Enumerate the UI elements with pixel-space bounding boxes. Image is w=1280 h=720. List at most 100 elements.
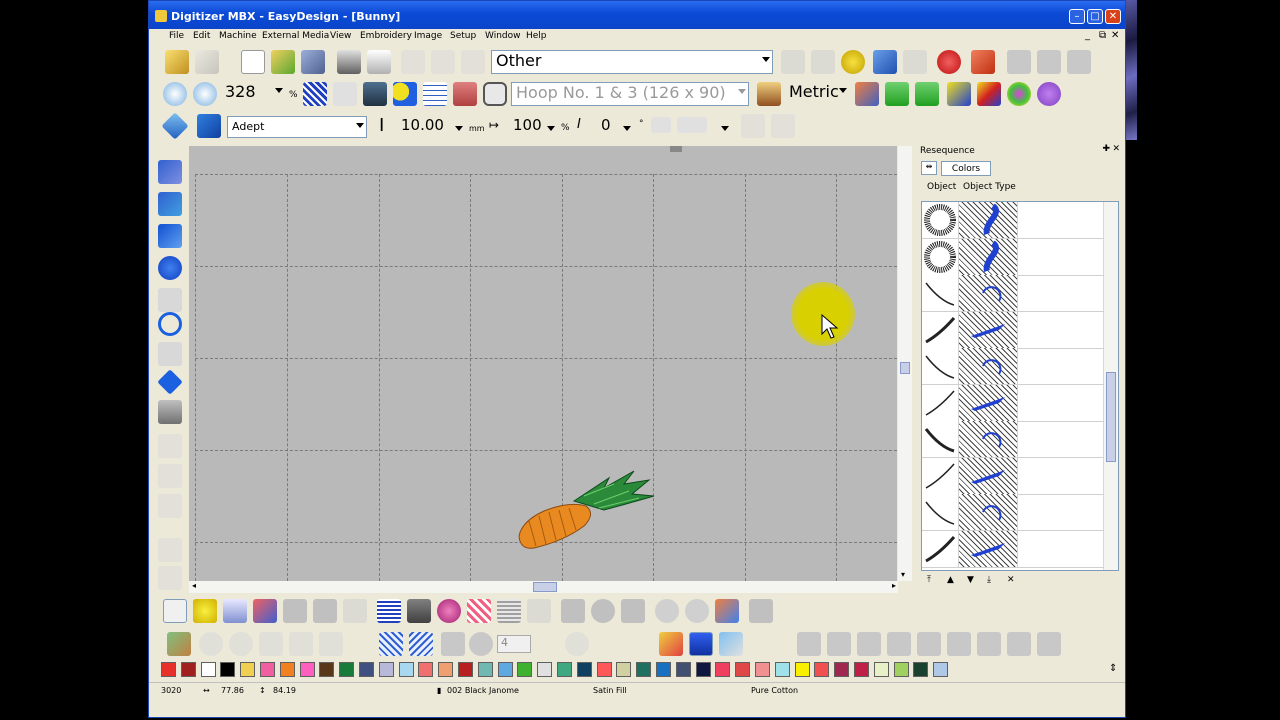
net-fill-icon[interactable] — [379, 632, 403, 656]
copy-icon[interactable] — [431, 50, 455, 74]
print-icon[interactable] — [337, 50, 361, 74]
canvas-horizontal-scrollbar[interactable]: ◂ ▸ — [189, 581, 898, 593]
group-icon[interactable] — [167, 632, 191, 656]
palette-icon[interactable] — [1037, 82, 1061, 106]
gear-icon[interactable] — [158, 566, 182, 590]
carrot-embroidery[interactable] — [514, 466, 664, 556]
menu-file[interactable]: File — [169, 31, 184, 41]
align-middle-icon[interactable] — [827, 632, 851, 656]
mdi-minimize-button[interactable]: _ — [1085, 30, 1090, 41]
glasses-icon[interactable] — [333, 82, 357, 106]
mdi-close-button[interactable]: ✕ — [1111, 30, 1119, 41]
scroll-thumb[interactable] — [533, 582, 557, 592]
resequence-row[interactable] — [922, 530, 1104, 568]
color-swatch[interactable] — [774, 662, 790, 677]
color-swatch[interactable] — [695, 662, 711, 677]
thread-spool-icon[interactable] — [689, 632, 713, 656]
running-stitch-icon[interactable] — [158, 160, 182, 184]
color-order-icon[interactable] — [659, 632, 683, 656]
mirror-horizontal-icon[interactable] — [283, 599, 307, 623]
units-select[interactable]: Metric — [785, 82, 849, 106]
add-text-icon[interactable] — [741, 114, 765, 138]
color-swatch[interactable] — [913, 662, 929, 677]
grid-icon[interactable] — [423, 82, 447, 106]
move-up-icon[interactable]: ▲ — [947, 575, 954, 585]
color-swatch[interactable] — [319, 662, 335, 677]
cross-hatch-icon[interactable] — [409, 632, 433, 656]
eraser-icon[interactable] — [971, 50, 995, 74]
text-height-value[interactable]: 10.00 — [401, 116, 444, 134]
image-icon[interactable] — [363, 82, 387, 106]
color-swatch[interactable] — [161, 662, 176, 677]
close-button[interactable]: ✕ — [1105, 9, 1121, 24]
color-swatch[interactable] — [517, 662, 533, 677]
space-horizontal-icon[interactable] — [917, 632, 941, 656]
menu-embroidery[interactable]: Embroidery — [360, 31, 412, 41]
color-wheel-icon[interactable] — [1007, 82, 1031, 106]
color-swatch[interactable] — [933, 662, 949, 677]
arrow-right-icon[interactable] — [915, 82, 939, 106]
hoop-split-icon[interactable] — [591, 599, 615, 623]
color-swatch[interactable] — [398, 662, 414, 677]
color-swatch[interactable] — [854, 662, 869, 677]
resequence-row[interactable] — [922, 384, 1104, 422]
color-swatch[interactable] — [834, 662, 850, 677]
chevron-down-icon[interactable] — [623, 126, 631, 131]
open-folder-icon[interactable] — [271, 50, 295, 74]
color-swatch[interactable] — [378, 662, 394, 677]
ungroup-icon[interactable] — [199, 632, 223, 656]
chevron-down-icon[interactable] — [547, 126, 555, 131]
color-swatch[interactable] — [359, 662, 374, 677]
canvas-vertical-scrollbar[interactable]: ▾ — [898, 146, 912, 581]
color-swatch[interactable] — [240, 662, 256, 677]
split-icon[interactable] — [561, 599, 585, 623]
zoom-level-select[interactable]: 328 — [221, 82, 285, 106]
color-swatch[interactable] — [715, 662, 731, 677]
menu-window[interactable]: Window — [485, 31, 521, 41]
distribute-icon[interactable] — [887, 632, 911, 656]
trace-icon[interactable] — [158, 538, 182, 562]
align-left-icon[interactable] — [1007, 50, 1031, 74]
text-strike-icon[interactable] — [651, 117, 671, 133]
scroll-thumb[interactable] — [1106, 372, 1116, 462]
design-wizard-icon[interactable] — [855, 82, 879, 106]
applique-icon[interactable] — [158, 434, 182, 458]
color-swatch[interactable] — [893, 662, 909, 677]
color-swatch[interactable] — [873, 662, 889, 677]
color-swatch[interactable] — [576, 662, 592, 677]
new-file-icon[interactable] — [241, 50, 265, 74]
color-swatch[interactable] — [636, 662, 652, 677]
rotate-right-icon[interactable] — [685, 599, 709, 623]
size-same-icon[interactable] — [1007, 632, 1031, 656]
hoop-icon[interactable] — [483, 82, 507, 106]
mirror-vertical-icon[interactable] — [313, 599, 337, 623]
magic-wand-icon[interactable] — [193, 599, 217, 623]
scroll-left-icon[interactable]: ◂ — [192, 581, 196, 590]
sequence-view-icon[interactable]: ⇹ — [921, 161, 937, 175]
stitch-density-icon[interactable] — [377, 599, 401, 623]
color-swatch[interactable] — [497, 662, 513, 677]
color-swatch[interactable] — [596, 662, 612, 677]
resequence-row[interactable] — [922, 238, 1104, 276]
cross-stitch-icon[interactable] — [467, 599, 491, 623]
undo-icon[interactable] — [873, 50, 897, 74]
align-bottom-icon[interactable] — [857, 632, 881, 656]
reshape-icon[interactable] — [253, 599, 277, 623]
scroll-thumb[interactable] — [900, 362, 910, 374]
rotate-icon[interactable] — [343, 599, 367, 623]
resequence-row[interactable] — [922, 275, 1104, 312]
merge-icon[interactable] — [158, 494, 182, 518]
node-edit-icon[interactable] — [158, 342, 182, 366]
scroll-down-icon[interactable]: ▾ — [901, 570, 905, 579]
minimize-button[interactable]: – — [1069, 9, 1085, 24]
zoom-in-icon[interactable] — [163, 82, 187, 106]
chevron-down-icon[interactable] — [721, 126, 729, 131]
stop-icon[interactable] — [937, 50, 961, 74]
show-stitches-icon[interactable] — [303, 82, 327, 106]
menu-setup[interactable]: Setup — [450, 31, 476, 41]
center-icon[interactable] — [977, 632, 1001, 656]
menu-machine[interactable]: Machine — [219, 31, 257, 41]
space-vertical-icon[interactable] — [947, 632, 971, 656]
circle-fill-icon[interactable] — [158, 256, 182, 280]
color-swatch[interactable] — [458, 662, 473, 677]
